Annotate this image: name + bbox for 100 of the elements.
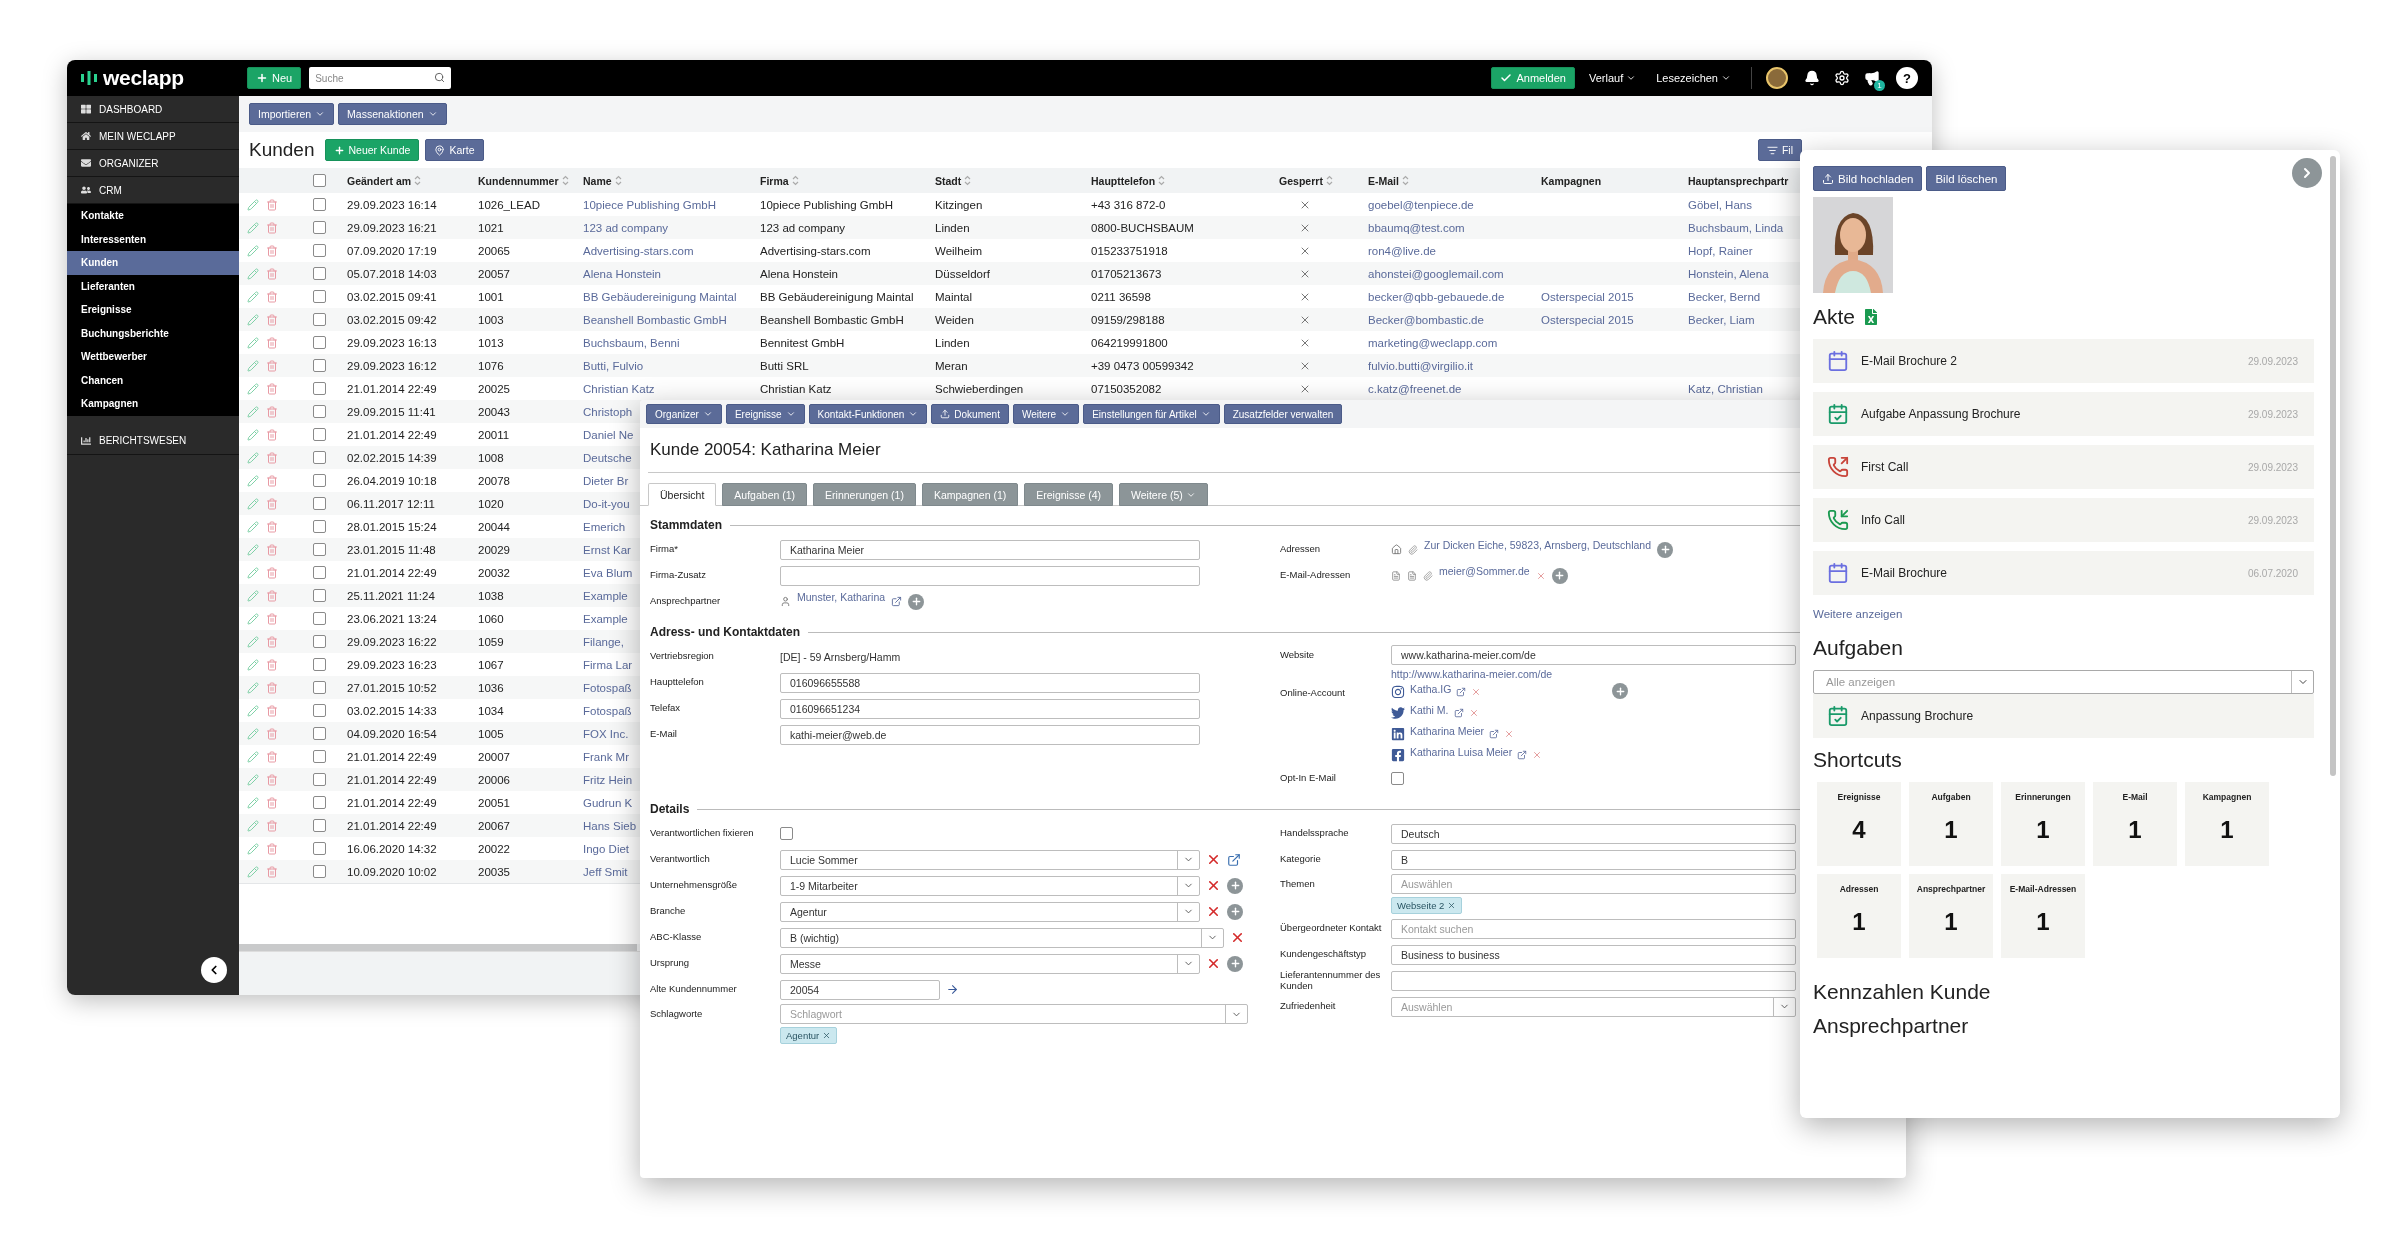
new-customer-button[interactable]: Neuer Kunde [324,139,420,161]
row-checkbox[interactable] [312,750,326,763]
sidebar-item[interactable]: Interessenten [67,227,239,251]
sidebar-item[interactable]: Buchungsberichte [67,321,239,345]
menu-button[interactable]: Organizer [646,404,722,424]
delete-button[interactable]: Bild löschen [1926,166,2007,191]
sidebar-item[interactable]: Chancen [67,368,239,392]
pencil-icon[interactable] [247,865,259,878]
row-checkbox[interactable] [312,612,326,625]
input-field[interactable]: kathi-meier@web.de [780,724,1200,745]
trash-icon[interactable] [266,612,278,625]
bell-icon[interactable] [1804,70,1820,86]
add-button[interactable] [1227,877,1243,894]
pencil-icon[interactable] [247,198,259,211]
row-checkbox[interactable] [312,842,326,855]
pencil-icon[interactable] [247,612,259,625]
add-button[interactable] [908,593,925,610]
row-checkbox[interactable] [312,198,326,211]
sort-icon[interactable] [964,175,972,186]
table-link[interactable]: FOX Inc. [583,727,629,740]
checkbox[interactable] [1391,772,1404,785]
sidebar-item[interactable]: Kunden [67,251,239,275]
shortcut-tile[interactable]: Erinnerungen 1 [2001,782,2085,866]
tab[interactable]: Aufgaben (1) [722,483,808,506]
select-field[interactable]: Messe [780,953,1200,974]
trash-icon[interactable] [266,382,278,395]
pencil-icon[interactable] [247,451,259,464]
input-field[interactable]: 016096655588 [780,672,1200,693]
menu-link[interactable]: Lesezeichen [1656,72,1731,84]
tab[interactable]: Ereignisse (4) [1024,483,1114,506]
table-link[interactable]: 123 ad company [583,221,669,234]
remove-icon[interactable] [1468,708,1479,718]
trash-icon[interactable] [266,405,278,418]
table-link[interactable]: Honstein, Alena [1688,267,1769,280]
trash-icon[interactable] [266,658,278,671]
account-link[interactable]: Kathi M. [1410,704,1449,716]
row-checkbox[interactable] [312,336,326,349]
trash-icon[interactable] [266,336,278,349]
pencil-icon[interactable] [247,313,259,326]
input-field[interactable]: 20054 [780,979,940,1000]
sort-icon[interactable] [414,175,422,186]
table-link[interactable]: Eva Blum [583,566,633,579]
table-link[interactable]: Deutsche [583,451,632,464]
select-all-checkbox[interactable] [312,174,326,187]
input-field[interactable] [1391,970,1796,991]
table-link[interactable]: Becker, Liam [1688,313,1755,326]
external-link-icon[interactable] [1456,687,1467,697]
table-link[interactable]: becker@qbb-gebauede.de [1368,290,1505,303]
trash-icon[interactable] [266,589,278,602]
pencil-icon[interactable] [247,658,259,671]
remove-icon[interactable] [1447,901,1457,910]
select-field[interactable]: B (wichtig) [780,927,1224,948]
table-link[interactable]: Buchsbaum, Benni [583,336,680,349]
sidebar-item[interactable]: Ereignisse [67,298,239,322]
trash-icon[interactable] [266,451,278,464]
document-button[interactable]: Dokument [931,404,1009,424]
collapse-button[interactable] [201,957,227,983]
table-link[interactable]: Do-it-you [583,497,630,510]
timeline-item[interactable]: E-Mail Brochure 2 29.09.2023 [1813,339,2314,383]
sidebar-item[interactable]: Kontakte [67,204,239,228]
arrow-right-icon[interactable] [946,983,959,996]
tab[interactable]: Kampagnen (1) [921,483,1019,506]
trash-icon[interactable] [266,520,278,533]
clear-icon[interactable] [1206,878,1221,893]
table-link[interactable]: Dieter Br [583,474,629,487]
pencil-icon[interactable] [247,359,259,372]
table-link[interactable]: Emerich [583,520,626,533]
trash-icon[interactable] [266,543,278,556]
pencil-icon[interactable] [247,727,259,740]
task-item[interactable]: Anpassung Brochure [1813,694,2314,738]
table-link[interactable]: Ernst Kar [583,543,631,556]
trash-icon[interactable] [266,359,278,372]
pencil-icon[interactable] [247,819,259,832]
row-checkbox[interactable] [312,773,326,786]
new-button[interactable]: Neu [247,67,302,89]
table-link[interactable]: Gudrun K [583,796,633,809]
row-checkbox[interactable] [312,635,326,648]
clear-icon[interactable] [1206,852,1221,867]
table-link[interactable]: Osterspecial 2015 [1541,313,1634,326]
sort-icon[interactable] [1401,175,1409,186]
pencil-icon[interactable] [247,382,259,395]
row-checkbox[interactable] [312,382,326,395]
trash-icon[interactable] [266,198,278,211]
row-checkbox[interactable] [312,474,326,487]
table-link[interactable]: Frank Mr [583,750,629,763]
table-link[interactable]: fulvio.butti@virgilio.it [1368,359,1473,372]
pencil-icon[interactable] [247,428,259,441]
row-checkbox[interactable] [312,244,326,257]
trash-icon[interactable] [266,681,278,694]
toolbar-button[interactable]: Zusatzfelder verwalten [1223,404,1343,424]
row-checkbox[interactable] [312,290,326,303]
table-link[interactable]: ahonstei@googlemail.com [1368,267,1504,280]
map-button[interactable]: Karte [425,139,484,161]
trash-icon[interactable] [266,474,278,487]
show-more-link[interactable]: Weitere anzeigen [1813,608,1903,620]
menu-button[interactable]: Einstellungen für Artikel [1083,404,1220,424]
trash-icon[interactable] [266,773,278,786]
spreadsheet-icon[interactable] [1863,309,1880,325]
pencil-icon[interactable] [247,244,259,257]
select-field[interactable]: Lucie Sommer [780,849,1200,870]
